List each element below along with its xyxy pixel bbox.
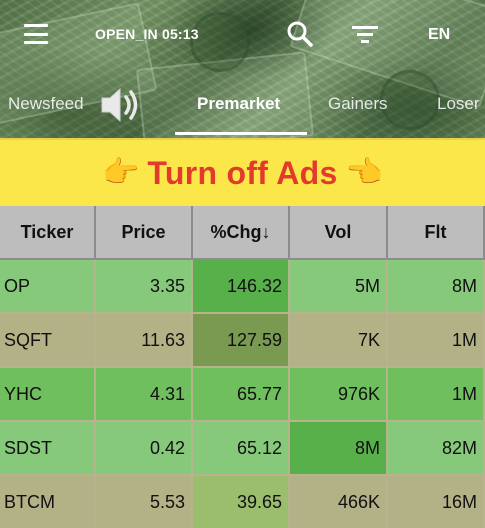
volume-cell: 5M — [290, 260, 388, 314]
table-row[interactable]: YHC 4.31 65.77 976K 1M — [0, 368, 485, 422]
volume-cell: 7K — [290, 314, 388, 368]
turn-off-ads-label: Turn off Ads — [147, 154, 338, 191]
turn-off-ads-banner[interactable]: 👉 Turn off Ads 👈 — [0, 138, 485, 206]
ticker-cell: OP — [0, 260, 96, 314]
price-cell: 3.35 — [96, 260, 193, 314]
column-header-float[interactable]: Flt — [388, 206, 485, 260]
tab-premarket[interactable]: Premarket — [197, 94, 280, 114]
filter-icon[interactable] — [352, 24, 378, 44]
table-row[interactable]: BTCM 5.53 39.65 466K 16M — [0, 476, 485, 528]
tab-newsfeed[interactable]: Newsfeed — [8, 94, 84, 114]
tab-losers[interactable]: Loser — [437, 94, 480, 114]
table-header-row: Ticker Price %Chg↓ Vol Flt — [0, 206, 485, 260]
app-header: OPEN_IN 05:13 EN Newsfeed Premarket Gain… — [0, 0, 485, 138]
volume-cell: 466K — [290, 476, 388, 528]
hamburger-menu-icon[interactable] — [24, 24, 48, 44]
table-row[interactable]: SQFT 11.63 127.59 7K 1M — [0, 314, 485, 368]
price-cell: 5.53 — [96, 476, 193, 528]
change-cell: 65.77 — [193, 368, 290, 422]
column-header-price[interactable]: Price — [96, 206, 193, 260]
search-icon[interactable] — [286, 20, 314, 48]
column-header-change-percent[interactable]: %Chg↓ — [193, 206, 290, 260]
float-cell: 1M — [388, 314, 485, 368]
market-status-text: OPEN_IN 05:13 — [95, 26, 199, 42]
volume-cell: 8M — [290, 422, 388, 476]
change-cell: 65.12 — [193, 422, 290, 476]
table-row[interactable]: SDST 0.42 65.12 8M 82M — [0, 422, 485, 476]
column-header-ticker[interactable]: Ticker — [0, 206, 96, 260]
float-cell: 8M — [388, 260, 485, 314]
ticker-cell: BTCM — [0, 476, 96, 528]
change-cell: 146.32 — [193, 260, 290, 314]
ticker-cell: SDST — [0, 422, 96, 476]
float-cell: 1M — [388, 368, 485, 422]
ticker-cell: SQFT — [0, 314, 96, 368]
background-seal — [190, 12, 250, 72]
price-cell: 0.42 — [96, 422, 193, 476]
premarket-table: Ticker Price %Chg↓ Vol Flt OP 3.35 146.3… — [0, 206, 485, 528]
pointing-right-hand-icon: 👉 — [102, 156, 140, 189]
volume-cell: 976K — [290, 368, 388, 422]
active-tab-indicator — [175, 132, 307, 135]
float-cell: 16M — [388, 476, 485, 528]
tab-bar: Newsfeed Premarket Gainers Loser — [0, 84, 485, 136]
column-header-volume[interactable]: Vol — [290, 206, 388, 260]
speaker-icon[interactable] — [96, 84, 142, 126]
price-cell: 4.31 — [96, 368, 193, 422]
change-cell: 127.59 — [193, 314, 290, 368]
pointing-left-hand-icon: 👈 — [345, 156, 383, 189]
tab-gainers[interactable]: Gainers — [328, 94, 388, 114]
price-cell: 11.63 — [96, 314, 193, 368]
ticker-cell: YHC — [0, 368, 96, 422]
float-cell: 82M — [388, 422, 485, 476]
table-row[interactable]: OP 3.35 146.32 5M 8M — [0, 260, 485, 314]
language-selector[interactable]: EN — [428, 26, 450, 44]
change-cell: 39.65 — [193, 476, 290, 528]
